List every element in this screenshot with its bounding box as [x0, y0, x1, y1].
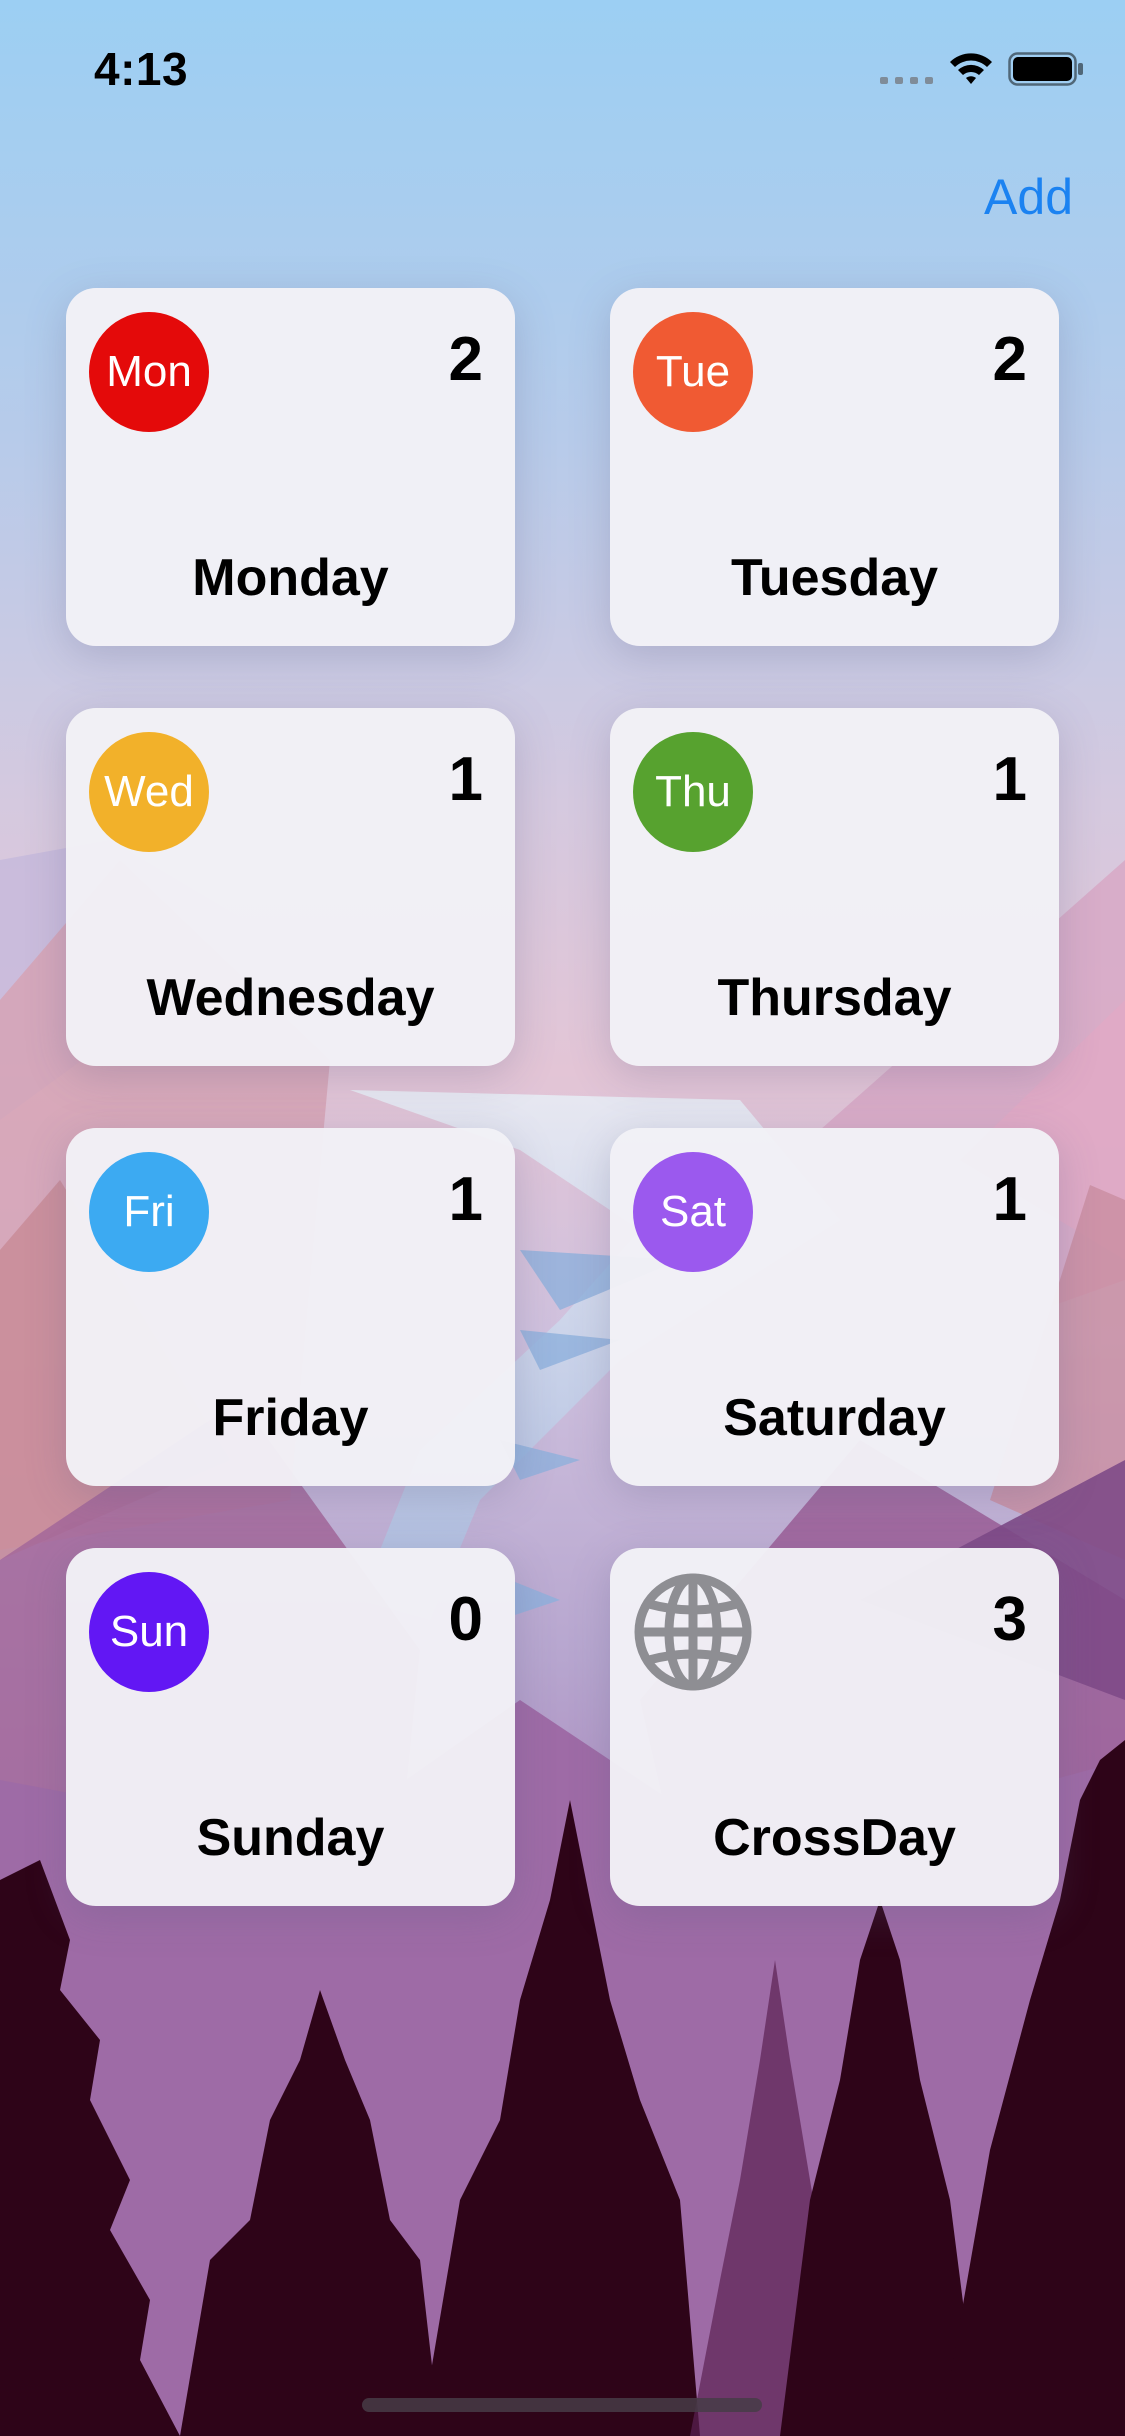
add-button[interactable]: Add [984, 168, 1073, 226]
wifi-icon [950, 53, 992, 84]
day-card-saturday[interactable]: Sat 1 Saturday [610, 1128, 1059, 1486]
cellular-signal-icon [880, 77, 933, 84]
day-grid: Mon 2 Monday Tue 2 Tuesday Wed 1 Wednesd… [66, 288, 1059, 1906]
task-count: 1 [448, 1165, 483, 1234]
day-badge: Wed [89, 732, 209, 852]
task-count: 1 [992, 745, 1027, 814]
day-name: Tuesday [730, 549, 939, 607]
day-badge: Thu [633, 732, 753, 852]
day-name: Saturday [723, 1389, 946, 1447]
day-name: Wednesday [146, 969, 435, 1027]
status-time: 4:13 [94, 43, 189, 95]
task-count: 2 [992, 325, 1027, 394]
day-badge: Fri [89, 1152, 209, 1272]
day-name: CrossDay [713, 1809, 956, 1867]
day-badge: Sat [633, 1152, 753, 1272]
task-count: 2 [448, 325, 483, 394]
day-name: Thursday [717, 969, 952, 1027]
day-badge: Tue [633, 312, 753, 432]
day-card-tuesday[interactable]: Tue 2 Tuesday [610, 288, 1059, 646]
day-card-wednesday[interactable]: Wed 1 Wednesday [66, 708, 515, 1066]
task-count: 1 [992, 1165, 1027, 1234]
status-bar: 4:13 [0, 0, 1125, 140]
home-indicator[interactable] [362, 2398, 762, 2412]
day-badge: Mon [89, 312, 209, 432]
day-card-sunday[interactable]: Sun 0 Sunday [66, 1548, 515, 1906]
day-card-friday[interactable]: Fri 1 Friday [66, 1128, 515, 1486]
globe-icon [634, 1573, 752, 1691]
day-name: Friday [212, 1389, 369, 1447]
screen: 4:13 Add Mon 2 Monday Tue 2 Tuesday Wed … [0, 0, 1125, 2436]
day-card-monday[interactable]: Mon 2 Monday [66, 288, 515, 646]
task-count: 1 [448, 745, 483, 814]
day-badge: Sun [89, 1572, 209, 1692]
task-count: 0 [448, 1585, 483, 1654]
battery-icon [1008, 52, 1083, 86]
day-name: Monday [192, 549, 389, 607]
day-name: Sunday [196, 1809, 385, 1867]
day-card-crossday[interactable]: 3 CrossDay [610, 1548, 1059, 1906]
day-card-thursday[interactable]: Thu 1 Thursday [610, 708, 1059, 1066]
task-count: 3 [992, 1585, 1027, 1654]
